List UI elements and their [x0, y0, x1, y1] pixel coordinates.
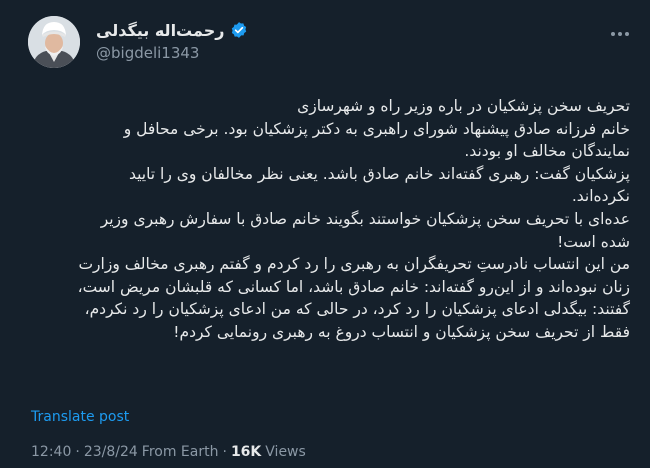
- post-date[interactable]: 23/8/24: [84, 444, 138, 460]
- post-text-line: فقط از تحریف سخن پزشکیان و انتساب دروغ ب…: [173, 322, 630, 341]
- post-text-line: خانم فرزانه صادق پیشنهاد شورای راهبری به…: [123, 119, 630, 138]
- post-header: رحمت‌اله بیگدلی @bigdeli1343: [0, 0, 650, 80]
- more-options-icon[interactable]: [608, 26, 632, 42]
- post-text-line: من این انتساب نادرستِ تحریفگران به رهبری…: [78, 255, 630, 274]
- post-text-line: نمایندگان مخالف او بودند.: [464, 142, 630, 161]
- post-text-line: نکرده‌اند.: [571, 187, 630, 206]
- meta-separator: ·: [222, 444, 227, 460]
- display-name[interactable]: رحمت‌اله بیگدلی: [96, 21, 224, 40]
- author-name-row: رحمت‌اله بیگدلی: [96, 18, 248, 42]
- views-count[interactable]: 16K: [231, 444, 261, 460]
- views-label: Views: [265, 444, 306, 460]
- post-text-line: تحریف سخن پزشکیان در باره وزیر راه و شهر…: [297, 97, 630, 115]
- author-handle[interactable]: @bigdeli1343: [96, 44, 199, 62]
- verified-badge-icon: [232, 22, 247, 38]
- post-text-line: پزشکیان گفت: رهبری گفته‌اند خانم صادق با…: [128, 164, 630, 183]
- post-text-line: شده است!: [557, 232, 630, 251]
- post-metadata: 12:40 · 23/8/24 From Earth · 16K Views: [31, 444, 306, 460]
- avatar-image: [28, 16, 80, 68]
- translate-post-link[interactable]: Translate post: [31, 409, 129, 425]
- meta-separator: ·: [75, 444, 80, 460]
- post-text-line: عده‌ای با تحریف سخن پزشکیان خواستند بگوی…: [100, 209, 630, 228]
- post-source: From Earth: [141, 444, 219, 460]
- avatar[interactable]: [28, 16, 80, 68]
- post-text-line: زنان نبوده‌اند و از این‌رو گفته‌اند: خان…: [77, 277, 630, 296]
- post-text-line: گفتند: بیگدلی ادعای پزشکیان را رد کرد، د…: [84, 300, 630, 319]
- post-time[interactable]: 12:40: [31, 444, 71, 460]
- post-text: تحریف سخن پزشکیان در باره وزیر راه و شهر…: [28, 95, 630, 344]
